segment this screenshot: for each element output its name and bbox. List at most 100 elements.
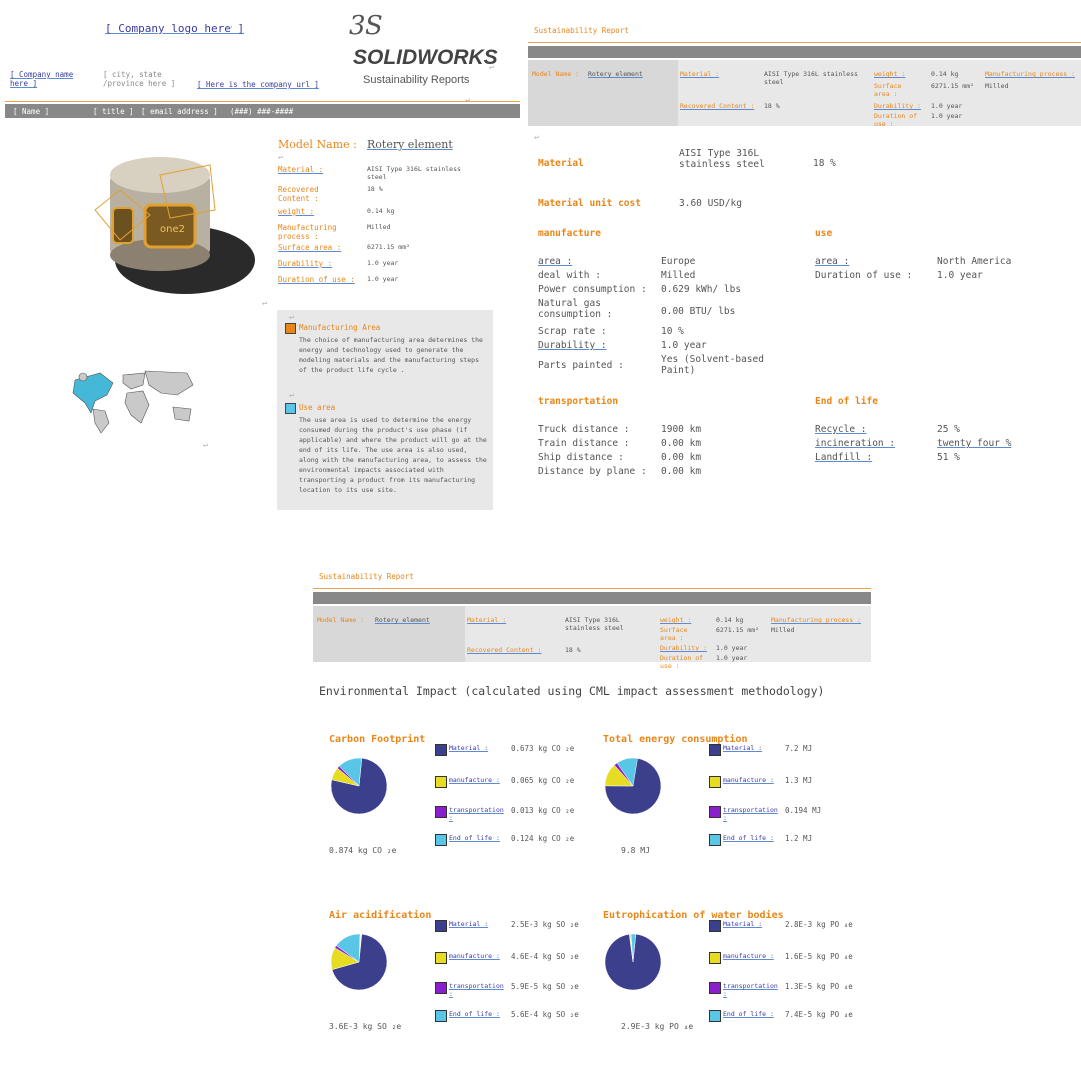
brand-subtitle: Sustainability Reports xyxy=(363,74,470,86)
legend-value: 0.673 kg CO ₂e xyxy=(511,744,575,753)
legend-label: End of life : xyxy=(449,834,500,842)
legend-label: Material : xyxy=(449,920,489,928)
impact-total: 3.6E-3 kg SO ₂e xyxy=(329,1022,402,1031)
legend-label: Material : xyxy=(723,920,763,928)
legend-label: manufacture : xyxy=(723,776,774,784)
impact-pie xyxy=(330,757,388,815)
mfg-row-label: area : xyxy=(538,256,573,267)
legend-value: 0.124 kg CO ₂e xyxy=(511,834,575,843)
use-table: area : North America Duration of use : 1.0… xyxy=(815,256,1065,284)
unit-cost-value: 3.60 USD/kg xyxy=(679,198,742,209)
unit-cost-label: Material unit cost xyxy=(538,198,641,209)
legend-value: 4.6E-4 kg SO ₂e xyxy=(511,952,579,961)
mfg-row-label: deal with : xyxy=(538,270,601,281)
legend-swatch xyxy=(435,920,447,932)
impact-panel: Total energy consumption Material :7.2 MJ… xyxy=(603,734,871,904)
legend-label: manufacture : xyxy=(449,952,500,960)
transport-row-value: 1900 km xyxy=(661,424,702,435)
mfg-row-value: Milled xyxy=(661,270,696,281)
transport-row-label: Ship distance : xyxy=(538,452,624,463)
h-duration-value: 1.0 year xyxy=(931,112,963,120)
h-weight-value: 0.14 kg xyxy=(716,616,744,624)
legend-label: End of life : xyxy=(723,834,774,842)
contact-name: [ Name ] xyxy=(13,107,50,116)
world-map xyxy=(65,365,205,435)
contact-email: [ email address ] xyxy=(141,107,218,116)
report-title: Sustainability Report xyxy=(534,26,629,35)
impact-panel: Eutrophication of water bodies Material :… xyxy=(603,910,871,1074)
legend-swatch xyxy=(709,1010,721,1022)
legend-value: 1.3E-5 kg PO ₄e xyxy=(785,982,853,991)
mfg-row-value: Europe xyxy=(661,256,696,267)
legend-swatch xyxy=(709,744,721,756)
field-value: 18 % xyxy=(367,185,383,193)
company-name: [ Company name here ] xyxy=(10,70,74,88)
h-mfg-value: Milled xyxy=(985,82,1009,90)
mfg-row-label: Durability : xyxy=(538,340,607,351)
legend-label: End of life : xyxy=(449,1010,500,1018)
field-label: Duration of use : xyxy=(278,275,355,284)
legend-label: Material : xyxy=(449,744,489,752)
field-label: Surface area : xyxy=(278,243,342,252)
mfg-row-value: Yes (Solvent-based Paint) xyxy=(661,354,764,376)
h-duration-label: Duration of use : xyxy=(660,654,704,670)
field-value: 6271.15 mm² xyxy=(367,243,411,251)
recovered-value: 18 % xyxy=(813,158,836,169)
product-image: one2 xyxy=(10,120,265,305)
impact-title: Air acidification xyxy=(329,910,432,921)
brand-name: SOLIDWORKS xyxy=(353,46,498,69)
legend-swatch xyxy=(709,834,721,846)
field-label: Manufacturing process : xyxy=(278,223,337,241)
legend-swatch xyxy=(435,952,447,964)
h-weight-value: 0.14 kg xyxy=(931,70,959,78)
contact-phone: (###) ###-#### xyxy=(230,107,294,116)
h-mfg-value: Milled xyxy=(771,626,795,634)
legend-swatch xyxy=(435,834,447,846)
eol-row-value: twenty four % xyxy=(937,438,1012,449)
legend-label: transportation : xyxy=(449,982,504,998)
mfg-area-text: The choice of manufacturing area determi… xyxy=(299,336,483,374)
model-name-label: Model Name : xyxy=(278,138,357,151)
material-value: AISI Type 316L stainless steel xyxy=(679,148,765,170)
h-material-value: AISI Type 316L stainless steel xyxy=(764,70,858,86)
h-recovered-value: 18 % xyxy=(764,102,780,110)
mfg-row-label: Scrap rate : xyxy=(538,326,607,337)
use-row-label: Duration of use : xyxy=(815,270,913,281)
field-label: Durability : xyxy=(278,259,333,268)
h-durability-value: 1.0 year xyxy=(716,644,748,652)
legend-value: 5.6E-4 kg SO ₂e xyxy=(511,1010,579,1019)
env-impact-title: Environmental Impact (calculated using C… xyxy=(319,684,825,698)
p1-fields: Material : AISI Type 316L stainless steel… xyxy=(278,165,503,291)
h-surface-label: Surface area : xyxy=(660,626,688,642)
solidworks-logo: 3 S SOLIDWORKS Sustainability Reports xyxy=(335,6,498,96)
h-model-label: Model Name : xyxy=(317,616,364,624)
h-material-value: AISI Type 316L stainless steel xyxy=(565,616,624,632)
contact-bar: [ Name ] [ title ] [ email address ] (##… xyxy=(5,104,520,118)
use-heading: use xyxy=(815,228,833,239)
legend-value: 2.5E-3 kg SO ₂e xyxy=(511,920,579,929)
legend-swatch xyxy=(709,806,721,818)
page-1: [ Company logo here ] ↵ 3 S SOLIDWORKS S… xyxy=(5,0,520,515)
impact-panel: Carbon Footprint Material : 0.673 kg CO ₂e… xyxy=(329,734,597,904)
h-duration-label: Duration of use : xyxy=(874,112,918,128)
legend-swatch xyxy=(709,982,721,994)
use-row-label: area : xyxy=(815,256,850,267)
field-value: 1.0 year xyxy=(367,259,399,267)
manufacture-heading: manufacture xyxy=(538,228,601,239)
legend-label: End of life : xyxy=(723,1010,774,1018)
page-2: Sustainability Report Model Name : Roter… xyxy=(528,18,1081,533)
header-table: Model Name : Rotery element Material : A… xyxy=(528,60,1081,128)
h-surface-value: 6271.15 mm² xyxy=(931,82,975,90)
legend-value: 5.9E-5 kg SO ₂e xyxy=(511,982,579,991)
field-label: Recovered Content : xyxy=(278,185,319,203)
impact-total: 0.874 kg CO ₂e xyxy=(329,846,397,855)
eol-row-label: Landfill : xyxy=(815,452,873,463)
mfg-row-value: 1.0 year xyxy=(661,340,707,351)
impact-panel: Air acidification Material : 2.5E-3 kg SO … xyxy=(329,910,597,1074)
mfg-row-value: 10 % xyxy=(661,326,684,337)
header-table-2: Model Name : Rotery element Material : A… xyxy=(313,606,871,670)
h-durability-label: Durability : xyxy=(660,644,707,652)
impact-total: 9.8 MJ xyxy=(621,846,650,855)
mfg-area-swatch xyxy=(285,323,296,334)
legend-label: manufacture : xyxy=(723,952,774,960)
